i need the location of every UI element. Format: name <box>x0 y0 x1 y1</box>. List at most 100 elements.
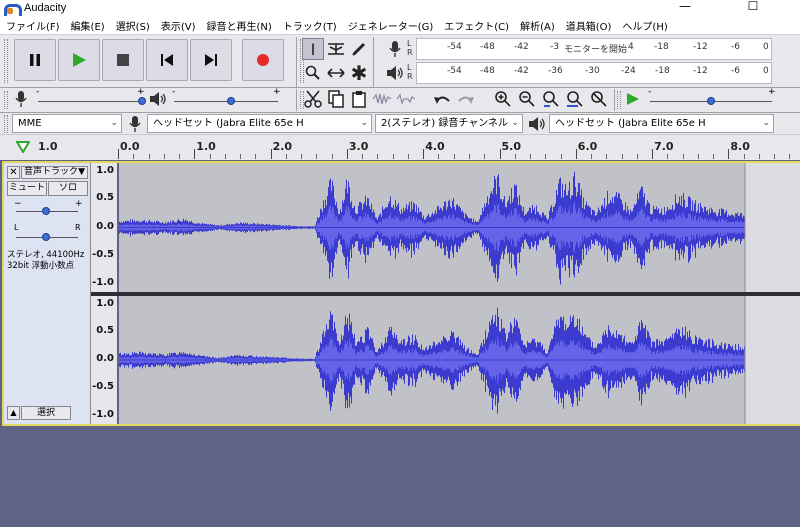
pause-button[interactable] <box>14 39 56 81</box>
menu-select[interactable]: 選択(S) <box>116 18 150 33</box>
timeline-minor-tick <box>530 154 532 159</box>
zoom-toggle-button[interactable] <box>588 88 610 110</box>
silence-button[interactable] <box>395 88 417 110</box>
menu-tracks[interactable]: トラック(T) <box>283 18 337 33</box>
monitor-start-label[interactable]: モニターを開始 <box>564 42 627 55</box>
toolbar-grip[interactable] <box>4 91 8 109</box>
empty-track-area[interactable] <box>0 428 800 527</box>
audio-track[interactable]: ✕ 音声トラック ▼ ミュート ソロ − + L R ステレオ, 44100Hz… <box>2 161 800 426</box>
selection-tool-button[interactable]: I <box>302 38 324 60</box>
timeline-minor-tick <box>514 154 516 159</box>
output-device-select[interactable]: ヘッドセット (Jabra Elite 65e H ⌄ <box>549 114 774 133</box>
toolbar-divider <box>373 37 374 87</box>
zoom-in-button[interactable] <box>492 88 514 110</box>
pan-slider[interactable] <box>42 233 50 241</box>
menu-generate[interactable]: ジェネレーター(G) <box>348 18 434 33</box>
record-button[interactable] <box>242 39 284 81</box>
toolbar-area: I ✱ L R -54 -48 -42 -3 モニターを開始 4 -18 -12… <box>0 34 800 134</box>
minimize-button[interactable]: — <box>662 0 708 16</box>
play-button[interactable] <box>58 39 100 81</box>
multi-tool-button[interactable]: ✱ <box>348 61 370 85</box>
redo-button[interactable] <box>455 88 477 110</box>
meter-tick: 4 <box>628 42 634 52</box>
draw-tool-button[interactable] <box>348 38 370 60</box>
trim-audio-icon <box>372 93 392 105</box>
timeline-major-tick <box>346 149 348 159</box>
meter-channel-r: R <box>407 48 413 57</box>
trim-button[interactable] <box>371 88 393 110</box>
zoom-tool-button[interactable] <box>302 62 324 84</box>
playback-meter[interactable]: -54 -48 -42 -36 -30 -24 -18 -12 -6 0 <box>416 62 772 84</box>
toolbar-grip[interactable] <box>617 91 621 109</box>
playback-volume-slider[interactable] <box>227 97 236 105</box>
record-volume-slider[interactable] <box>138 97 146 105</box>
envelope-icon <box>328 43 344 55</box>
menu-bar: ファイル(F) 編集(E) 選択(S) 表示(V) 録音と再生(N) トラック(… <box>0 16 800 34</box>
playback-meter-button[interactable] <box>384 62 406 84</box>
menu-edit[interactable]: 編集(E) <box>71 18 105 33</box>
cut-button[interactable] <box>302 88 324 110</box>
skip-start-icon <box>161 54 173 66</box>
collapse-track-button[interactable]: ▲ <box>7 406 20 420</box>
timeline-major-tick <box>423 149 425 159</box>
menu-file[interactable]: ファイル(F) <box>6 18 60 33</box>
record-meter[interactable]: -54 -48 -42 -3 モニターを開始 4 -18 -12 -6 0 <box>416 38 772 60</box>
chevron-down-icon: ⌄ <box>511 118 519 128</box>
stop-button[interactable] <box>102 39 144 81</box>
skip-to-end-button[interactable] <box>190 39 232 81</box>
timeline-tick-label: 3.0 <box>348 140 369 153</box>
timeline-minor-tick <box>179 154 181 159</box>
vruler-label: 0.0 <box>96 221 114 232</box>
meter-tick: 0 <box>763 42 769 52</box>
undo-button[interactable] <box>431 88 453 110</box>
input-channels-value: 2(ステレオ) 録音チャンネル <box>381 118 509 129</box>
vertical-ruler-left-channel[interactable]: 1.0 0.5 0.0 -0.5 -1.0 <box>91 163 118 292</box>
audacity-logo-icon <box>4 2 22 16</box>
zoom-in-icon <box>495 91 511 107</box>
skip-to-start-button[interactable] <box>146 39 188 81</box>
fit-selection-button[interactable] <box>540 88 562 110</box>
record-meter-button[interactable] <box>384 38 406 60</box>
menu-help[interactable]: ヘルプ(H) <box>622 18 667 33</box>
time-shift-tool-button[interactable] <box>325 62 347 84</box>
waveform-left-channel[interactable] <box>119 163 800 292</box>
meter-tick: -6 <box>731 42 740 52</box>
play-at-speed-button[interactable] <box>622 88 644 110</box>
envelope-tool-button[interactable] <box>325 38 347 60</box>
paste-button[interactable] <box>348 88 370 110</box>
fit-project-button[interactable] <box>564 88 586 110</box>
audio-host-select[interactable]: MME ⌄ <box>12 114 122 133</box>
pan-right-label: R <box>75 223 81 232</box>
menu-analyze[interactable]: 解析(A) <box>520 18 555 33</box>
menu-view[interactable]: 表示(V) <box>161 18 196 33</box>
select-track-button[interactable]: 選択 <box>21 406 71 420</box>
toolbar-grip[interactable] <box>4 115 8 133</box>
input-device-select[interactable]: ヘッドセット (Jabra Elite 65e H ⌄ <box>147 114 372 133</box>
toolbar-grip[interactable] <box>4 39 8 83</box>
solo-button[interactable]: ソロ <box>48 181 88 196</box>
toolbar-divider <box>296 37 297 87</box>
maximize-button[interactable]: ☐ <box>730 0 776 16</box>
meter-channel-r: R <box>407 72 413 81</box>
scissors-icon <box>304 90 322 108</box>
vertical-ruler-right-channel[interactable]: 1.0 0.5 0.0 -0.5 -1.0 <box>91 296 118 424</box>
zoom-out-button[interactable] <box>516 88 538 110</box>
gain-slider[interactable] <box>42 207 50 215</box>
timeline-ruler[interactable]: 1.0 0.01.02.03.04.05.06.07.08.09 <box>0 134 800 160</box>
track-close-button[interactable]: ✕ <box>7 166 20 179</box>
play-speed-slider[interactable] <box>707 97 715 105</box>
timeline-minor-tick <box>468 154 470 159</box>
menu-tools[interactable]: 道具箱(O) <box>566 18 612 33</box>
timeline-options-icon[interactable] <box>16 141 30 153</box>
timeline-tick-label: 0.0 <box>120 140 140 153</box>
input-channels-select[interactable]: 2(ステレオ) 録音チャンネル ⌄ <box>375 114 523 133</box>
copy-button[interactable] <box>325 88 347 110</box>
track-name-menu[interactable]: 音声トラック ▼ <box>21 166 88 179</box>
mute-button[interactable]: ミュート <box>7 181 47 196</box>
timeline-minor-tick <box>789 154 791 159</box>
menu-transport[interactable]: 録音と再生(N) <box>207 18 272 33</box>
chevron-down-icon: ⌄ <box>110 118 118 128</box>
menu-effect[interactable]: エフェクト(C) <box>444 18 509 33</box>
waveform-right-channel[interactable] <box>119 296 800 424</box>
meter-channel-l: L <box>407 63 412 72</box>
